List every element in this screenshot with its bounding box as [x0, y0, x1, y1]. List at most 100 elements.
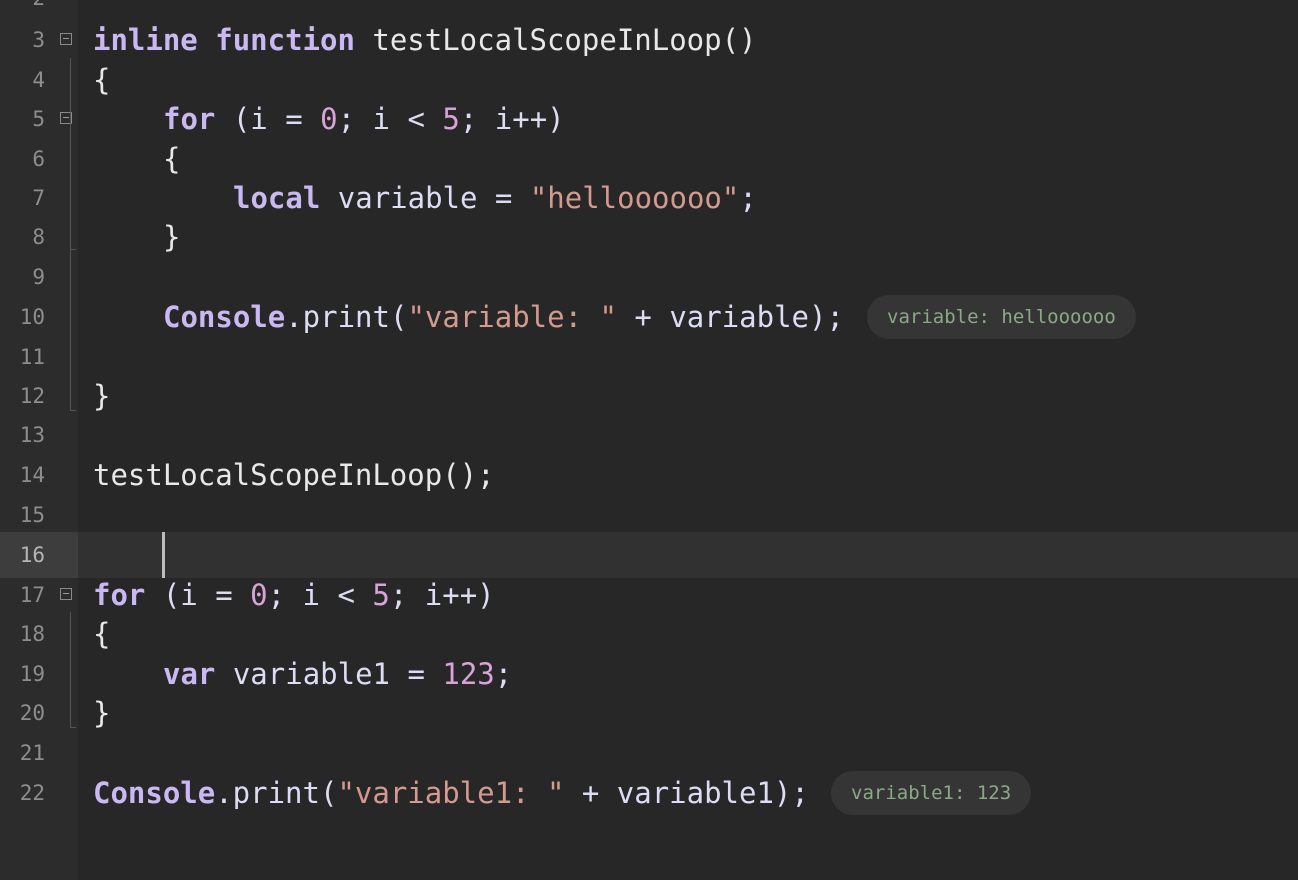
code-token: variable = — [320, 181, 530, 215]
keyword-inline: inline — [93, 23, 198, 57]
line-number: 17 — [0, 575, 78, 615]
code-line-20[interactable]: 20 } — [0, 693, 1298, 733]
code-text: inline function testLocalScopeInLoop() — [93, 20, 757, 60]
code-line-3[interactable]: 3 inline function testLocalScopeInLoop() — [0, 20, 1298, 60]
code-text: Console.print("variable: " + variable); — [163, 297, 844, 337]
code-text: for (i = 0; i < 5; i++) — [93, 575, 495, 615]
code-text: } — [93, 696, 111, 730]
keyword-for: for — [163, 102, 216, 136]
line-number: 5 — [0, 99, 78, 139]
code-line-18[interactable]: 18 { — [0, 614, 1298, 654]
fold-guide-for-outer — [70, 612, 71, 727]
string-literal: "variable: " — [407, 300, 617, 334]
line-number-text: 10 — [19, 305, 45, 329]
code-token: ; — [739, 181, 757, 215]
line-number-text: 4 — [32, 68, 45, 92]
line-number: 7 — [0, 178, 78, 218]
line-number: 11 — [0, 337, 78, 377]
code-editor[interactable]: 2 3 inline function testLocalScopeInLoop… — [0, 0, 1298, 880]
code-line-16-current[interactable]: 16 — [0, 532, 1298, 578]
code-line-19[interactable]: 19 var variable1 = 123; — [0, 654, 1298, 694]
line-number: 13 — [0, 415, 78, 455]
line-number-text: 14 — [19, 463, 45, 487]
code-line-5[interactable]: 5 for (i = 0; i < 5; i++) — [0, 99, 1298, 139]
code-token: ; — [494, 657, 513, 691]
line-number: 9 — [0, 257, 78, 297]
keyword-var: var — [163, 657, 216, 691]
line-number-text: 22 — [19, 781, 45, 805]
code-text: { — [93, 63, 111, 97]
number-literal: 5 — [372, 578, 390, 612]
line-number-text: 9 — [32, 265, 45, 289]
line-number: 8 — [0, 217, 78, 257]
line-number-text: 20 — [19, 701, 45, 725]
code-token: ; i++) — [389, 578, 495, 612]
code-line-10[interactable]: 10 Console.print("variable: " + variable… — [0, 295, 1298, 339]
code-token: ; i++) — [459, 102, 565, 136]
fold-collapse-icon[interactable] — [60, 33, 72, 45]
inline-result-hint: variable: helloooooo — [867, 295, 1136, 339]
code-line-7[interactable]: 7 local variable = "helloooooo"; — [0, 178, 1298, 218]
line-number: 14 — [0, 455, 78, 495]
code-text: { — [93, 617, 111, 651]
line-number-text: 13 — [19, 423, 45, 447]
code-line-4[interactable]: 4 { — [0, 60, 1298, 100]
code-token: + variable1); — [564, 776, 809, 810]
code-line-14[interactable]: 14 testLocalScopeInLoop(); — [0, 455, 1298, 495]
code-token: + variable); — [616, 300, 844, 334]
code-text: } — [93, 379, 111, 413]
number-literal: 123 — [442, 657, 495, 691]
code-text: testLocalScopeInLoop(); — [93, 458, 495, 492]
number-literal: 0 — [320, 102, 338, 136]
line-number-text: 16 — [19, 543, 45, 567]
code-line-2[interactable]: 2 — [0, 0, 1298, 18]
fold-guide-end — [70, 249, 76, 250]
code-line-13[interactable]: 13 — [0, 415, 1298, 455]
text-cursor — [162, 532, 165, 578]
keyword-local: local — [233, 181, 321, 215]
fold-guide-for-inner — [70, 137, 71, 249]
object-console: Console — [93, 776, 216, 810]
fold-collapse-icon[interactable] — [60, 588, 72, 600]
line-number: 4 — [0, 60, 78, 100]
inline-result-hint: variable1: 123 — [831, 771, 1032, 815]
line-number-text: 17 — [19, 583, 45, 607]
keyword-for: for — [93, 578, 146, 612]
code-line-12[interactable]: 12 } — [0, 376, 1298, 416]
string-literal: "variable1: " — [337, 776, 565, 810]
line-number: 16 — [0, 532, 78, 578]
line-number: 15 — [0, 495, 78, 535]
code-line-6[interactable]: 6 { — [0, 139, 1298, 179]
line-number: 19 — [0, 654, 78, 694]
code-token: .print( — [285, 300, 408, 334]
line-number: 22 — [0, 773, 78, 813]
code-text: Console.print("variable1: " + variable1)… — [93, 773, 809, 813]
code-text: { — [163, 142, 181, 176]
code-line-8[interactable]: 8 } — [0, 217, 1298, 257]
code-line-9[interactable]: 9 — [0, 257, 1298, 297]
code-line-17[interactable]: 17 for (i = 0; i < 5; i++) — [0, 575, 1298, 615]
line-number-text: 12 — [19, 384, 45, 408]
line-number-text: 11 — [19, 345, 45, 369]
line-number: 20 — [0, 693, 78, 733]
line-number: 21 — [0, 733, 78, 773]
line-number: 12 — [0, 376, 78, 416]
code-line-22[interactable]: 22 Console.print("variable1: " + variabl… — [0, 771, 1298, 815]
code-line-21[interactable]: 21 — [0, 733, 1298, 773]
code-line-11[interactable]: 11 — [0, 337, 1298, 377]
line-number-text: 7 — [32, 186, 45, 210]
code-line-15[interactable]: 15 — [0, 495, 1298, 535]
code-token: (i = — [145, 578, 251, 612]
line-number-text: 5 — [32, 107, 45, 131]
function-name: testLocalScopeInLoop() — [354, 23, 757, 57]
code-token: .print( — [215, 776, 338, 810]
line-number-text: 15 — [19, 503, 45, 527]
line-number: 3 — [0, 20, 78, 60]
number-literal: 0 — [250, 578, 268, 612]
line-number-text: 3 — [32, 28, 45, 52]
code-token: (i = — [215, 102, 321, 136]
string-literal: "helloooooo" — [529, 181, 740, 215]
code-token: ; i < — [267, 578, 373, 612]
code-token: ; i < — [337, 102, 443, 136]
object-console: Console — [163, 300, 286, 334]
